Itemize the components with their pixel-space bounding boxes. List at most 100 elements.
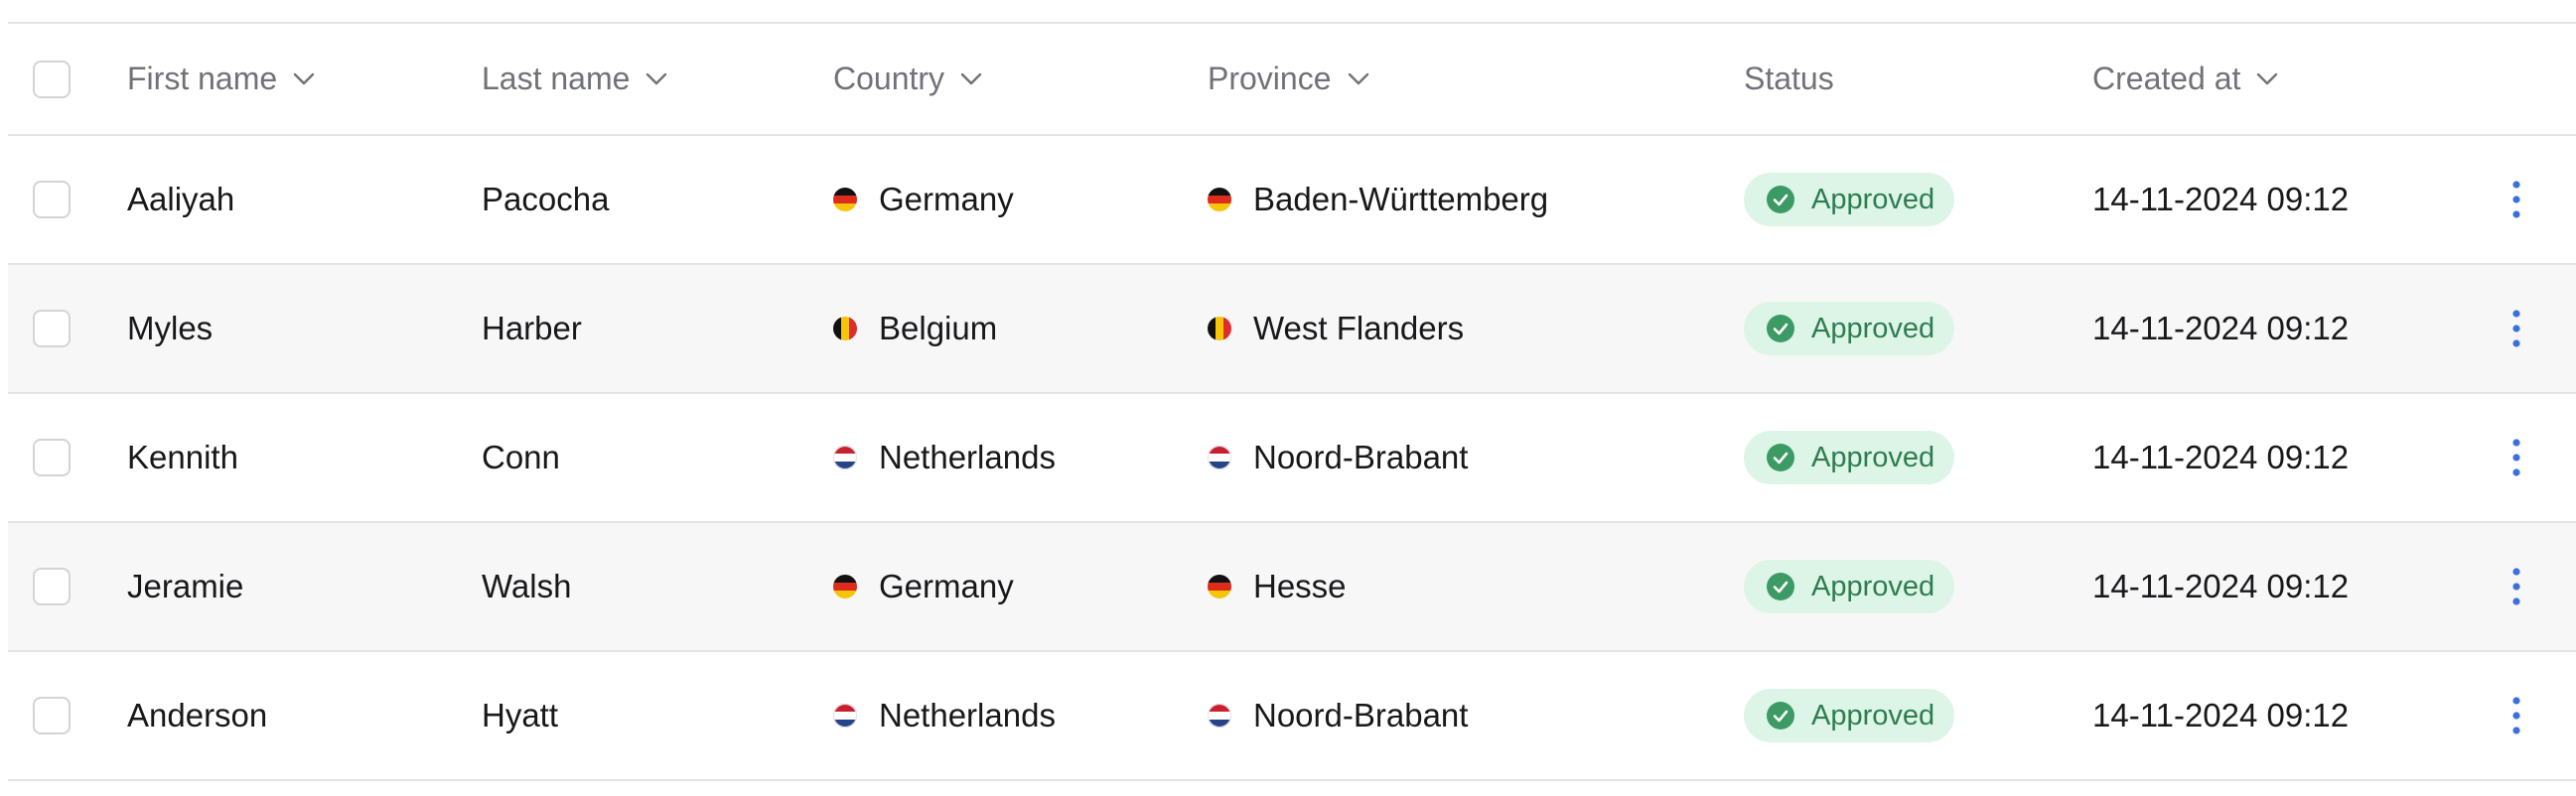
created-at-cell: 14-11-2024 09:12 — [2092, 568, 2350, 604]
status-cell: Approved — [1744, 394, 1955, 521]
header-first-name-label: First name — [127, 61, 278, 96]
belgium-flag-icon — [1208, 317, 1231, 340]
row-checkbox[interactable] — [33, 310, 71, 347]
row-actions-cell — [2510, 394, 2522, 521]
created-at-cell: 14-11-2024 09:12 — [2092, 310, 2350, 346]
row-checkbox[interactable] — [33, 568, 71, 605]
chevron-down-icon[interactable] — [645, 72, 667, 86]
status-label: Approved — [1811, 312, 1935, 344]
row-select-cell — [33, 136, 71, 263]
row-actions-cell — [2510, 265, 2522, 392]
row-checkbox[interactable] — [33, 697, 71, 734]
header-created-at[interactable]: Created at — [2092, 24, 2278, 134]
country-label: Netherlands — [879, 697, 1056, 733]
province-cell: West Flanders — [1208, 265, 1464, 392]
header-status-label: Status — [1744, 61, 1834, 96]
province-cell: Noord-Brabant — [1208, 394, 1468, 521]
status-badge: Approved — [1744, 173, 1955, 226]
first-name-cell: Anderson — [127, 697, 268, 733]
status-cell: Approved — [1744, 523, 1955, 650]
created-at-cell: 14-11-2024 09:12 — [2092, 697, 2350, 733]
province-label: Noord-Brabant — [1253, 697, 1469, 733]
table-row[interactable]: Anderson Hyatt Netherlands Noord-Brabant… — [8, 652, 2576, 781]
created-at-cell: 14-11-2024 09:12 — [2092, 439, 2350, 475]
row-select-cell — [33, 652, 71, 779]
row-select-cell — [33, 523, 71, 650]
header-status: Status — [1744, 24, 1834, 134]
header-last-name[interactable]: Last name — [482, 24, 667, 134]
province-label: Baden-Württemberg — [1253, 181, 1549, 217]
table-row[interactable]: Kennith Conn Netherlands Noord-Brabant A… — [8, 394, 2576, 523]
province-label: Noord-Brabant — [1253, 439, 1469, 475]
country-cell: Germany — [833, 523, 1014, 650]
country-label: Belgium — [879, 310, 998, 346]
more-vertical-icon[interactable] — [2510, 567, 2522, 606]
first-name-cell: Myles — [127, 310, 214, 346]
row-checkbox[interactable] — [33, 181, 71, 218]
country-label: Germany — [879, 568, 1014, 604]
more-vertical-icon[interactable] — [2510, 696, 2522, 735]
more-vertical-icon[interactable] — [2510, 180, 2522, 219]
status-label: Approved — [1811, 441, 1935, 473]
more-vertical-icon[interactable] — [2510, 309, 2522, 348]
chevron-down-icon[interactable] — [1348, 72, 1369, 86]
chevron-down-icon[interactable] — [293, 72, 315, 86]
first-name-cell: Aaliyah — [127, 181, 235, 217]
status-cell: Approved — [1744, 652, 1955, 779]
header-country[interactable]: Country — [833, 24, 982, 134]
check-circle-icon — [1767, 444, 1794, 471]
table-row[interactable]: Jeramie Walsh Germany Hesse Approved 14-… — [8, 523, 2576, 652]
header-first-name[interactable]: First name — [127, 24, 315, 134]
status-cell: Approved — [1744, 136, 1955, 263]
row-checkbox[interactable] — [33, 439, 71, 476]
more-vertical-icon[interactable] — [2510, 438, 2522, 477]
country-cell: Netherlands — [833, 652, 1056, 779]
netherlands-flag-icon — [833, 446, 857, 469]
status-label: Approved — [1811, 699, 1935, 731]
data-table: First name Last name Country Province St… — [8, 22, 2576, 781]
netherlands-flag-icon — [833, 704, 857, 728]
germany-flag-icon — [833, 575, 857, 598]
last-name-cell: Conn — [482, 439, 560, 475]
netherlands-flag-icon — [1208, 446, 1231, 469]
header-created-at-label: Created at — [2092, 61, 2241, 96]
first-name-cell: Jeramie — [127, 568, 244, 604]
chevron-down-icon[interactable] — [960, 72, 982, 86]
status-badge: Approved — [1744, 689, 1955, 742]
check-circle-icon — [1767, 702, 1794, 730]
row-select-cell — [33, 394, 71, 521]
check-circle-icon — [1767, 186, 1794, 213]
first-name-cell: Kennith — [127, 439, 238, 475]
germany-flag-icon — [1208, 188, 1231, 211]
table-row[interactable]: Myles Harber Belgium West Flanders Appro… — [8, 265, 2576, 394]
select-all-checkbox[interactable] — [33, 60, 71, 98]
province-cell: Hesse — [1208, 523, 1347, 650]
last-name-cell: Harber — [482, 310, 582, 346]
check-circle-icon — [1767, 315, 1794, 342]
germany-flag-icon — [1208, 575, 1231, 598]
status-label: Approved — [1811, 570, 1935, 602]
belgium-flag-icon — [833, 317, 857, 340]
country-label: Netherlands — [879, 439, 1056, 475]
table-row[interactable]: Aaliyah Pacocha Germany Baden-Württember… — [8, 136, 2576, 265]
province-label: West Flanders — [1253, 310, 1465, 346]
created-at-cell: 14-11-2024 09:12 — [2092, 181, 2350, 217]
country-label: Germany — [879, 181, 1014, 217]
netherlands-flag-icon — [1208, 704, 1231, 728]
status-badge: Approved — [1744, 302, 1955, 355]
header-province[interactable]: Province — [1208, 24, 1369, 134]
province-cell: Baden-Württemberg — [1208, 136, 1548, 263]
country-cell: Germany — [833, 136, 1014, 263]
province-cell: Noord-Brabant — [1208, 652, 1468, 779]
row-actions-cell — [2510, 136, 2522, 263]
header-province-label: Province — [1208, 61, 1332, 96]
table-header-row: First name Last name Country Province St… — [8, 24, 2576, 136]
last-name-cell: Walsh — [482, 568, 572, 604]
row-actions-cell — [2510, 523, 2522, 650]
last-name-cell: Hyatt — [482, 697, 559, 733]
country-cell: Belgium — [833, 265, 997, 392]
chevron-down-icon[interactable] — [2256, 72, 2278, 86]
status-badge: Approved — [1744, 560, 1955, 613]
header-last-name-label: Last name — [482, 61, 631, 96]
status-label: Approved — [1811, 183, 1935, 215]
